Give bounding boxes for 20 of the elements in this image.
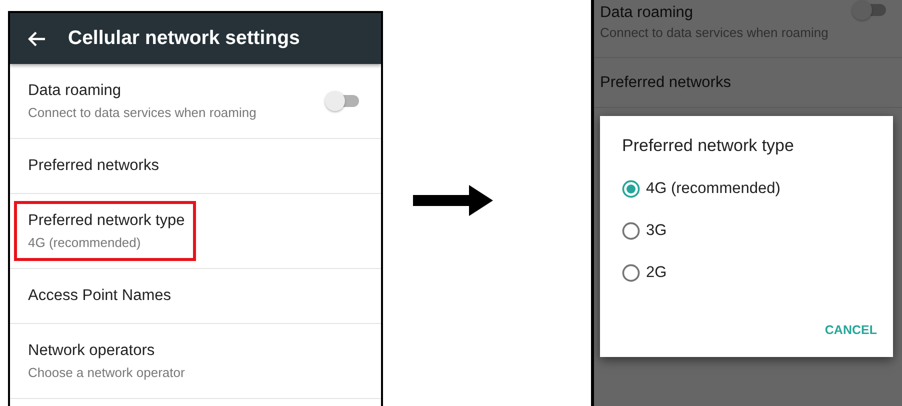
right-arrow-icon <box>413 185 493 216</box>
radio-option[interactable]: 3G <box>622 210 667 252</box>
setting-title[interactable]: Preferred network type <box>28 212 185 230</box>
radio-unchecked-icon[interactable] <box>622 264 640 282</box>
back-arrow-icon[interactable] <box>28 30 46 46</box>
setting-summary: Connect to data services when roaming <box>28 105 256 120</box>
setting-title[interactable]: Network operators <box>28 342 185 360</box>
radio-option[interactable]: 4G (recommended) <box>622 168 780 210</box>
screen-title: Cellular network settings <box>68 27 300 50</box>
setting-title[interactable]: Preferred networks <box>28 157 159 175</box>
dialog-title: Preferred network type <box>622 136 795 156</box>
setting-summary: Choose a network operator <box>28 365 185 380</box>
toggle-switch[interactable] <box>852 0 886 20</box>
setting-summary: 4G (recommended) <box>28 235 142 250</box>
radio-unchecked-icon[interactable] <box>622 222 640 240</box>
setting-title[interactable]: Data roaming <box>28 82 256 100</box>
radio-option[interactable]: 2G <box>622 252 667 294</box>
setting-title[interactable]: Access Point Names <box>28 287 171 305</box>
toggle-switch[interactable] <box>325 91 359 111</box>
radio-checked-icon[interactable] <box>622 180 640 198</box>
